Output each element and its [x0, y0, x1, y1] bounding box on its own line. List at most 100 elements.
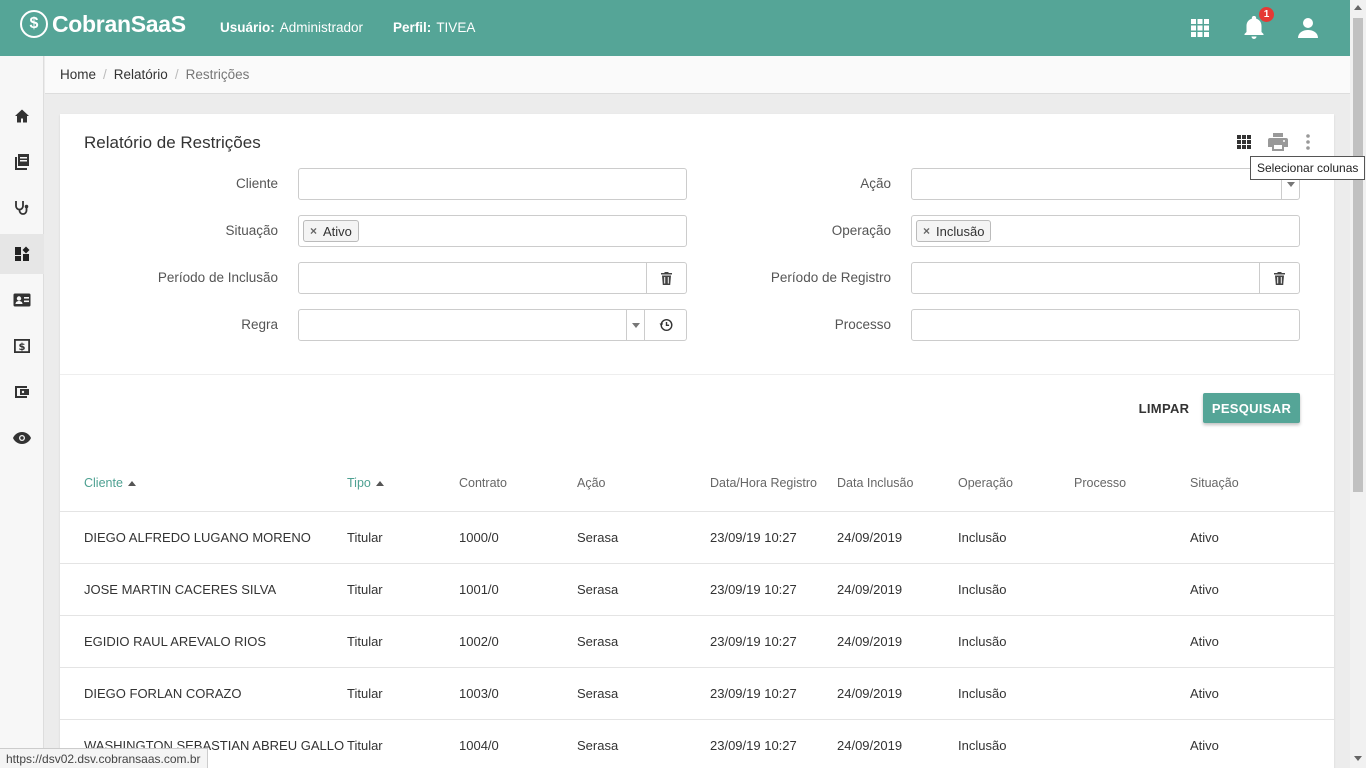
periodo-inclusao-input[interactable] — [299, 263, 645, 293]
periodo-registro-input[interactable] — [912, 263, 1258, 293]
cell-acao: Serasa — [577, 738, 619, 753]
operacao-field[interactable]: × Inclusão — [911, 215, 1300, 247]
cell-cliente: DIEGO FORLAN CORAZO — [84, 686, 242, 701]
scroll-up-arrow-icon[interactable] — [1354, 5, 1362, 10]
periodo-inclusao-field[interactable] — [298, 262, 687, 294]
cell-tipo: Titular — [347, 582, 383, 597]
chevron-down-icon — [1286, 181, 1295, 187]
select-columns-icon[interactable] — [1234, 132, 1254, 152]
sidebar-item-health[interactable] — [0, 188, 44, 228]
cell-situacao: Ativo — [1190, 582, 1219, 597]
cell-tipo: Titular — [347, 530, 383, 545]
cell-operacao: Inclusão — [958, 634, 1007, 649]
table-row[interactable]: DIEGO ALFREDO LUGANO MORENO Titular 1000… — [60, 511, 1334, 563]
column-header-processo[interactable]: Processo — [1074, 476, 1126, 490]
print-icon[interactable] — [1268, 132, 1288, 152]
cliente-field[interactable] — [298, 168, 687, 200]
cell-tipo: Titular — [347, 738, 383, 753]
more-options-icon[interactable] — [1298, 132, 1318, 152]
search-button[interactable]: PESQUISAR — [1203, 393, 1300, 423]
sidebar-item-books[interactable] — [0, 142, 44, 182]
chevron-down-icon — [631, 322, 640, 328]
breadcrumb-home[interactable]: Home — [60, 67, 96, 82]
cell-situacao: Ativo — [1190, 738, 1219, 753]
sidebar-item-view[interactable] — [0, 418, 44, 458]
sidebar-item-finance[interactable]: $ — [0, 326, 44, 366]
cell-contrato: 1004/0 — [459, 738, 499, 753]
sidebar-item-contacts[interactable] — [0, 280, 44, 320]
periodo-registro-field[interactable] — [911, 262, 1300, 294]
svg-text:$: $ — [19, 342, 26, 353]
acao-select[interactable] — [912, 169, 1282, 199]
breadcrumb-separator: / — [103, 67, 107, 82]
notification-badge: 1 — [1259, 7, 1274, 22]
cell-contrato: 1001/0 — [459, 582, 499, 597]
cell-acao: Serasa — [577, 634, 619, 649]
logo-coin-icon: $ — [20, 10, 48, 38]
trash-icon — [661, 271, 672, 285]
notification-bell-icon[interactable]: 1 — [1242, 7, 1274, 40]
chip-remove-icon[interactable]: × — [923, 224, 930, 238]
cell-contrato: 1000/0 — [459, 530, 499, 545]
cell-situacao: Ativo — [1190, 686, 1219, 701]
contact-card-icon — [13, 293, 31, 307]
column-header-contrato[interactable]: Contrato — [459, 476, 507, 490]
regra-field[interactable] — [298, 309, 687, 341]
periodo-registro-label: Período de Registro — [770, 270, 891, 285]
stethoscope-icon — [15, 201, 29, 215]
money-icon: $ — [14, 339, 30, 353]
cell-tipo: Titular — [347, 634, 383, 649]
breadcrumb-current: Restrições — [185, 67, 250, 82]
processo-field[interactable] — [911, 309, 1300, 341]
table-row[interactable]: WASHINGTON SEBASTIAN ABREU GALLO Titular… — [60, 719, 1334, 768]
cell-data-registro: 23/09/19 10:27 — [710, 738, 797, 753]
sidebar-item-dashboard[interactable] — [0, 234, 44, 274]
regra-dropdown-toggle[interactable] — [626, 310, 644, 340]
sidebar-item-home[interactable] — [0, 96, 44, 136]
table-row[interactable]: JOSE MARTIN CACERES SILVA Titular 1001/0… — [60, 563, 1334, 615]
cliente-input[interactable] — [299, 169, 686, 199]
situacao-field[interactable]: × Ativo — [298, 215, 687, 247]
cell-cliente: JOSE MARTIN CACERES SILVA — [84, 582, 277, 597]
table-row[interactable]: EGIDIO RAUL AREVALO RIOS Titular 1002/0 … — [60, 615, 1334, 667]
breadcrumb-relatorio[interactable]: Relatório — [114, 67, 168, 82]
processo-input[interactable] — [912, 310, 1299, 340]
column-header-acao[interactable]: Ação — [577, 476, 606, 490]
user-account-icon[interactable] — [1296, 16, 1320, 40]
sort-asc-icon — [375, 480, 384, 486]
scroll-down-arrow-icon[interactable] — [1354, 756, 1362, 761]
left-sidebar: $ — [0, 56, 44, 768]
column-header-data-registro[interactable]: Data/Hora Registro — [710, 476, 817, 490]
scroll-thumb[interactable] — [1353, 18, 1363, 492]
regra-select[interactable] — [299, 310, 627, 340]
cell-contrato: 1003/0 — [459, 686, 499, 701]
sidebar-item-wallet[interactable] — [0, 372, 44, 412]
cell-data-registro: 23/09/19 10:27 — [710, 634, 797, 649]
cell-data-registro: 23/09/19 10:27 — [710, 582, 797, 597]
apps-grid-icon[interactable] — [1188, 16, 1212, 40]
clear-button[interactable]: LIMPAR — [1136, 394, 1192, 422]
column-header-data-inclusao[interactable]: Data Inclusão — [837, 476, 913, 490]
report-card: Relatório de Restrições Selecionar colun… — [60, 114, 1366, 768]
session-info: Usuário: Administrador Perfil: TIVEA — [220, 20, 475, 35]
app-logo[interactable]: $ CobranSaaS — [20, 10, 186, 38]
cell-cliente: EGIDIO RAUL AREVALO RIOS — [84, 634, 267, 649]
column-header-situacao[interactable]: Situação — [1190, 476, 1239, 490]
situacao-chip: × Ativo — [303, 220, 359, 242]
cell-operacao: Inclusão — [958, 686, 1007, 701]
filters-divider — [60, 374, 1334, 375]
column-header-operacao[interactable]: Operação — [958, 476, 1013, 490]
table-row[interactable]: DIEGO FORLAN CORAZO Titular 1003/0 Seras… — [60, 667, 1334, 719]
cell-data-inclusao: 24/09/2019 — [837, 530, 903, 545]
acao-field[interactable] — [911, 168, 1300, 200]
clear-periodo-inclusao-button[interactable] — [646, 263, 686, 293]
cell-data-inclusao: 24/09/2019 — [837, 738, 903, 753]
column-header-tipo[interactable]: Tipo — [347, 476, 384, 490]
cell-operacao: Inclusão — [958, 530, 1007, 545]
wallet-icon — [15, 386, 29, 398]
clear-periodo-registro-button[interactable] — [1259, 263, 1299, 293]
regra-history-button[interactable] — [644, 310, 686, 340]
chip-remove-icon[interactable]: × — [310, 224, 317, 238]
column-header-cliente[interactable]: Cliente — [84, 476, 136, 490]
page-scrollbar[interactable] — [1350, 0, 1366, 768]
